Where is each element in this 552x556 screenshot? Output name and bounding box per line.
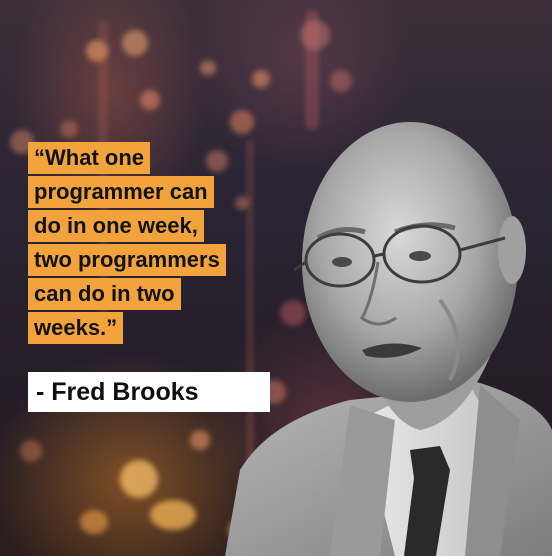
author-attribution: - Fred Brooks [28,372,270,412]
quote-line: two programmers [28,244,226,276]
quote-line: programmer can [28,176,214,208]
quote-line: “What one [28,142,150,174]
quote-line: can do in two [28,278,181,310]
quote-poster: “What one programmer can do in one week,… [0,0,552,556]
quote-line: weeks.” [28,312,124,344]
quote-line: do in one week, [28,210,204,242]
